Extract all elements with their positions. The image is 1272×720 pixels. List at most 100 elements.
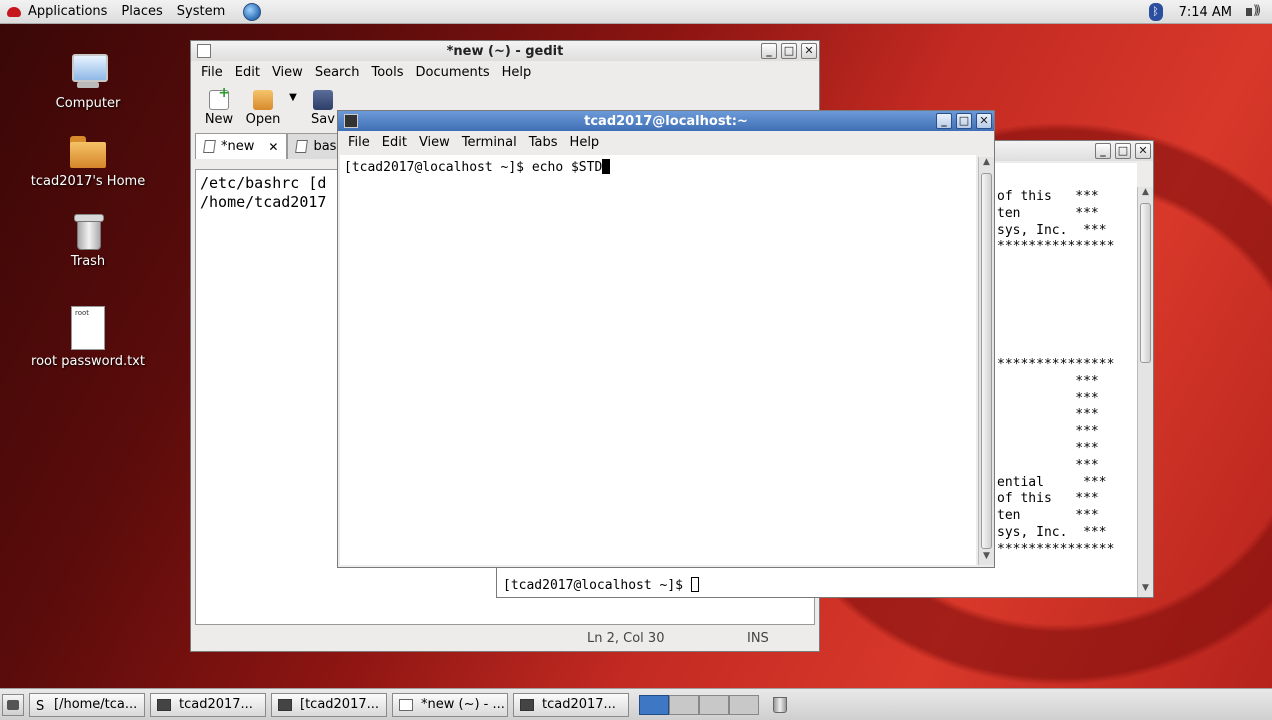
minimize-button[interactable]: _ [936, 113, 952, 129]
close-button[interactable]: ✕ [1135, 143, 1151, 159]
workspace-switcher [639, 694, 759, 715]
terminal-line: *************** [997, 541, 1115, 557]
workspace-2[interactable] [669, 694, 699, 715]
desktop-icon-computer[interactable]: Computer [28, 52, 148, 111]
menu-tabs[interactable]: Tabs [523, 135, 564, 150]
desktop-icon-label: Computer [55, 96, 121, 111]
terminal-menubar: File Edit View Terminal Tabs Help [338, 131, 994, 153]
workspace-4[interactable] [729, 694, 759, 715]
menu-edit[interactable]: Edit [229, 65, 266, 80]
menu-view[interactable]: View [413, 135, 456, 150]
taskbar-item[interactable]: [tcad2017... [271, 692, 387, 717]
desktop-icon-home[interactable]: tcad2017's Home [28, 132, 148, 189]
bottom-panel: S [/home/tca... tcad2017... [tcad2017... … [0, 688, 1272, 720]
maximize-button[interactable]: □ [956, 113, 972, 129]
save-icon [313, 90, 333, 110]
terminal-line: of this *** [997, 491, 1099, 507]
scroll-up-icon[interactable]: ▲ [1138, 187, 1153, 201]
web-browser-launcher-icon[interactable] [243, 2, 262, 21]
gedit-menubar: File Edit View Search Tools Documents He… [191, 61, 819, 83]
home-folder-icon [68, 132, 108, 170]
taskbar-label: tcad2017... [542, 697, 616, 712]
clock[interactable]: 7:14 AM [1179, 5, 1232, 20]
desktop-icon-label: root password.txt [31, 354, 145, 369]
taskbar-label: [tcad2017... [300, 697, 380, 712]
trash-applet-icon[interactable] [773, 696, 787, 713]
document-icon [203, 140, 216, 153]
minimize-button[interactable]: _ [761, 43, 777, 59]
applications-menu[interactable]: Applications [28, 4, 115, 19]
show-desktop-icon[interactable] [2, 693, 24, 716]
text-cursor [690, 577, 699, 592]
close-button[interactable]: ✕ [976, 113, 992, 129]
terminal-front-titlebar[interactable]: tcad2017@localhost:~ _ □ ✕ [338, 111, 994, 131]
menu-file[interactable]: File [342, 135, 376, 150]
workspace-3[interactable] [699, 694, 729, 715]
terminal-line: sys, Inc. *** [997, 222, 1107, 238]
desktop-icon-root-password[interactable]: root root password.txt [28, 306, 148, 369]
menu-documents[interactable]: Documents [410, 65, 496, 80]
prompt-text: [tcad2017@localhost ~]$ [503, 578, 691, 593]
tab-label: *new [221, 139, 255, 154]
terminal-line: *************** [997, 356, 1115, 372]
terminal-line: ten *** [997, 205, 1099, 221]
menu-help[interactable]: Help [496, 65, 538, 80]
minimize-button[interactable]: _ [1095, 143, 1111, 159]
taskbar-item[interactable]: tcad2017... [150, 692, 266, 717]
terminal-icon [278, 698, 292, 711]
terminal-window-front[interactable]: tcad2017@localhost:~ _ □ ✕ File Edit Vie… [337, 110, 995, 568]
computer-icon [69, 52, 108, 92]
menu-terminal[interactable]: Terminal [456, 135, 523, 150]
scrollbar-thumb[interactable] [981, 173, 992, 549]
bluetooth-icon[interactable]: ᛒ [1148, 3, 1163, 21]
maximize-button[interactable]: □ [781, 43, 797, 59]
menu-tools[interactable]: Tools [365, 65, 409, 80]
workspace-1[interactable] [639, 694, 669, 715]
document-icon [295, 140, 309, 153]
terminal-line: of this *** [997, 189, 1099, 204]
tab-new[interactable]: *new ✕ [195, 133, 288, 159]
menu-search[interactable]: Search [309, 65, 366, 80]
system-menu[interactable]: System [177, 4, 233, 19]
scrollbar-thumb[interactable] [1140, 203, 1151, 363]
close-button[interactable]: ✕ [801, 43, 817, 59]
desktop-icon-label: tcad2017's Home [30, 174, 146, 189]
close-tab-icon[interactable]: ✕ [268, 140, 278, 154]
terminal-back-scrollbar[interactable]: ▲ ▼ [1137, 187, 1153, 597]
maximize-button[interactable]: □ [1115, 143, 1131, 159]
new-document-icon [209, 85, 230, 110]
menu-file[interactable]: File [195, 65, 229, 80]
terminal-app-icon [344, 114, 358, 128]
terminal-front-scrollbar[interactable]: ▲ ▼ [978, 157, 994, 565]
terminal-line: *** [997, 390, 1099, 406]
text-file-icon: root [71, 306, 105, 350]
terminal-front-output[interactable]: [tcad2017@localhost ~]$ echo $STD [340, 155, 976, 565]
scroll-down-icon[interactable]: ▼ [979, 551, 994, 565]
taskbar-item[interactable]: S [/home/tca... [29, 692, 145, 717]
text-cursor [602, 159, 611, 174]
menu-view[interactable]: View [266, 65, 309, 80]
terminal-line: *************** [997, 239, 1115, 255]
new-button[interactable]: New [197, 85, 241, 127]
desktop-icon-trash[interactable]: Trash [28, 212, 148, 269]
scroll-down-icon[interactable]: ▼ [1138, 583, 1153, 597]
gedit-titlebar[interactable]: *new (~) - gedit _ □ ✕ [191, 41, 819, 61]
gedit-icon [399, 698, 413, 711]
volume-icon[interactable] [1244, 3, 1264, 21]
terminal-line: *** [997, 407, 1099, 423]
open-dropdown-arrow-icon[interactable]: ▼ [285, 92, 301, 127]
prompt-text: [tcad2017@localhost ~]$ echo $STD [344, 160, 603, 175]
scroll-up-icon[interactable]: ▲ [979, 157, 994, 171]
insert-mode: INS [747, 630, 769, 646]
taskbar-item[interactable]: tcad2017... [513, 692, 629, 717]
menu-edit[interactable]: Edit [376, 135, 413, 150]
open-button[interactable]: Open [241, 90, 285, 127]
taskbar-item[interactable]: *new (~) - ... [392, 692, 508, 717]
menu-help[interactable]: Help [564, 135, 606, 150]
places-menu[interactable]: Places [121, 4, 170, 19]
terminal-icon [157, 698, 171, 711]
